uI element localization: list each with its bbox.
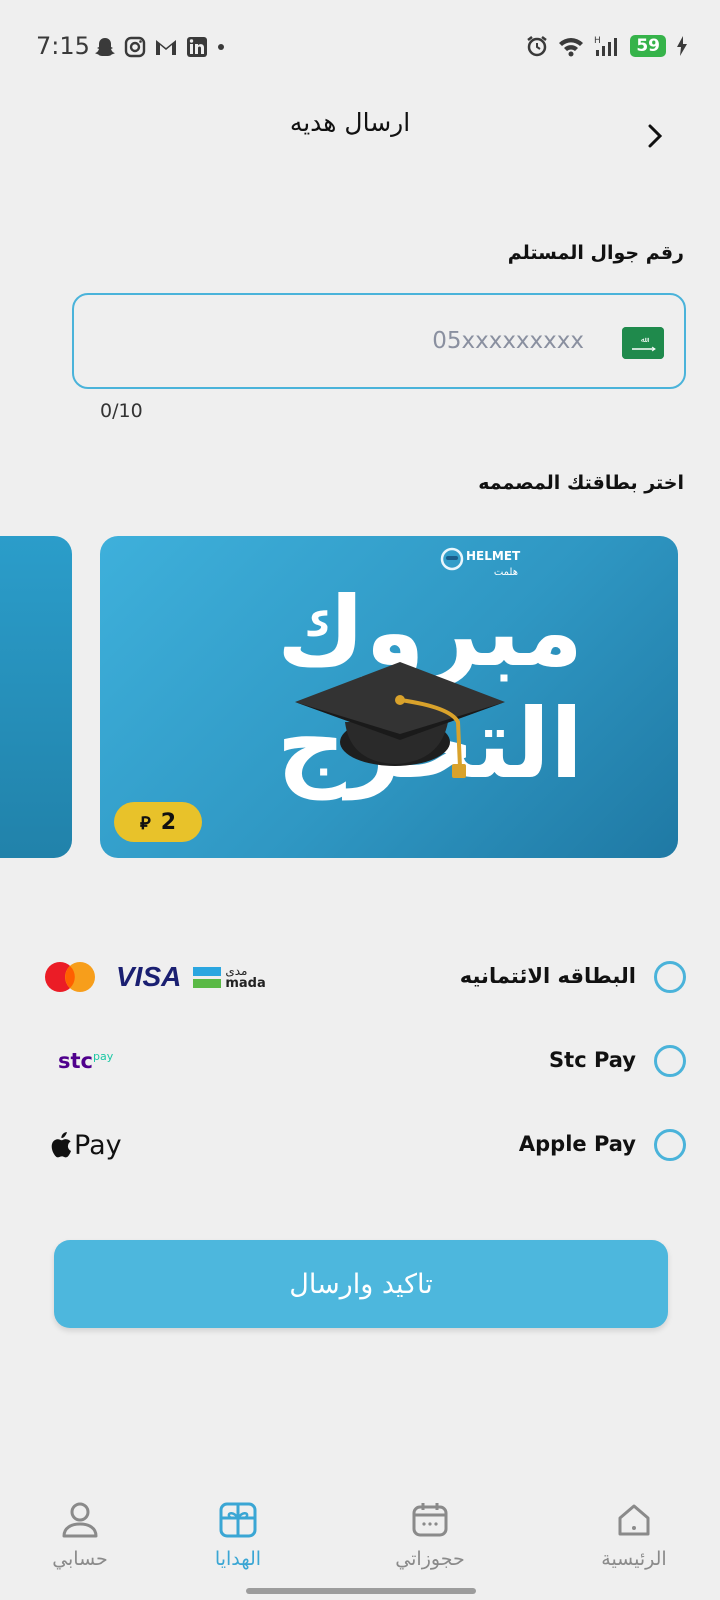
alarm-icon	[527, 36, 548, 57]
apple-pay-logo: Pay	[50, 1124, 122, 1166]
apple-pay-text: Pay	[74, 1129, 122, 1161]
card-logos: VISA مدى mada	[44, 956, 266, 998]
dot-icon	[218, 44, 224, 50]
recipient-phone-input[interactable]	[104, 321, 584, 361]
payment-option-stcpay[interactable]: Stc Pay stc pay	[36, 1036, 686, 1086]
back-button[interactable]	[640, 118, 670, 154]
mada-ar-text: مدى	[225, 963, 248, 978]
payment-option-applepay[interactable]: Apple Pay Pay	[36, 1120, 686, 1170]
recipient-phone-label: رقم جوال المستلم	[507, 242, 684, 264]
home-icon	[618, 1504, 650, 1536]
instagram-icon	[124, 36, 146, 58]
confirm-send-button[interactable]: تاكيد وارسال	[54, 1240, 668, 1328]
nav-home[interactable]: الرئيسية	[564, 1500, 704, 1570]
home-indicator[interactable]	[246, 1588, 476, 1594]
svg-text:H: H	[594, 36, 601, 46]
nav-account[interactable]: حسابي	[10, 1500, 150, 1570]
payment-label: البطاقه الائتمانيه	[459, 964, 636, 988]
radio-button[interactable]	[654, 1045, 686, 1077]
chevron-right-icon	[648, 124, 663, 148]
stc-pay-text: pay	[93, 1049, 114, 1063]
snapchat-icon	[95, 38, 115, 56]
status-notification-icons	[94, 36, 226, 58]
charging-icon	[677, 36, 687, 56]
nav-account-label: حسابي	[52, 1548, 108, 1570]
wifi-icon	[559, 38, 584, 57]
phone-char-counter: 0/10	[100, 400, 143, 422]
mada-text: mada	[225, 975, 266, 991]
recipient-phone-field[interactable]: ﷲ	[72, 293, 686, 389]
mastercard-logo	[45, 962, 95, 992]
battery-icon: 59	[630, 35, 666, 57]
apple-icon	[51, 1132, 71, 1158]
page-title: ارسال هديه	[289, 108, 411, 137]
visa-logo: VISA	[116, 961, 182, 992]
status-time: 7:15	[36, 32, 90, 60]
nav-home-label: الرئيسية	[601, 1548, 667, 1570]
payment-label: Apple Pay	[518, 1132, 636, 1156]
nav-bookings[interactable]: حجوزاتي	[360, 1500, 500, 1570]
radio-button[interactable]	[654, 1129, 686, 1161]
status-bar: 7:15 H 59	[0, 0, 720, 90]
gift-icon	[219, 1502, 257, 1538]
user-icon	[62, 1502, 98, 1538]
graduation-cap-icon	[295, 662, 505, 778]
stc-pay-logo: stc pay	[44, 1040, 113, 1082]
gift-card-previous[interactable]	[0, 536, 72, 858]
nav-gifts[interactable]: الهدايا	[168, 1500, 308, 1570]
gift-card-graduation[interactable]: HELMET هلمت مبروك التخرج ⃁ 2	[100, 536, 678, 858]
price-badge: ⃁ 2	[114, 802, 202, 842]
calendar-icon	[412, 1503, 448, 1537]
price-value: 2	[160, 809, 176, 835]
currency-icon: ⃁	[139, 812, 151, 834]
mada-logo: مدى mada	[193, 963, 266, 991]
nav-bookings-label: حجوزاتي	[395, 1548, 465, 1570]
radio-button[interactable]	[654, 961, 686, 993]
linkedin-icon	[187, 37, 207, 57]
signal-icon: H	[594, 36, 618, 56]
nav-gifts-label: الهدايا	[214, 1548, 262, 1570]
gmail-icon	[156, 40, 176, 55]
payment-option-card[interactable]: البطاقه الائتمانيه VISA مدى mada	[36, 952, 686, 1002]
saudi-flag-icon: ﷲ	[622, 327, 664, 359]
card-section-label: اختر بطاقتك المصممه	[478, 472, 684, 494]
stc-text: stc	[58, 1049, 93, 1073]
logo-text: HELMET	[466, 549, 521, 563]
payment-label: Stc Pay	[549, 1048, 636, 1072]
status-system-icons: H 59	[526, 34, 688, 58]
bottom-navigation: الرئيسية حجوزاتي الهدايا حسابي	[0, 1480, 720, 1600]
